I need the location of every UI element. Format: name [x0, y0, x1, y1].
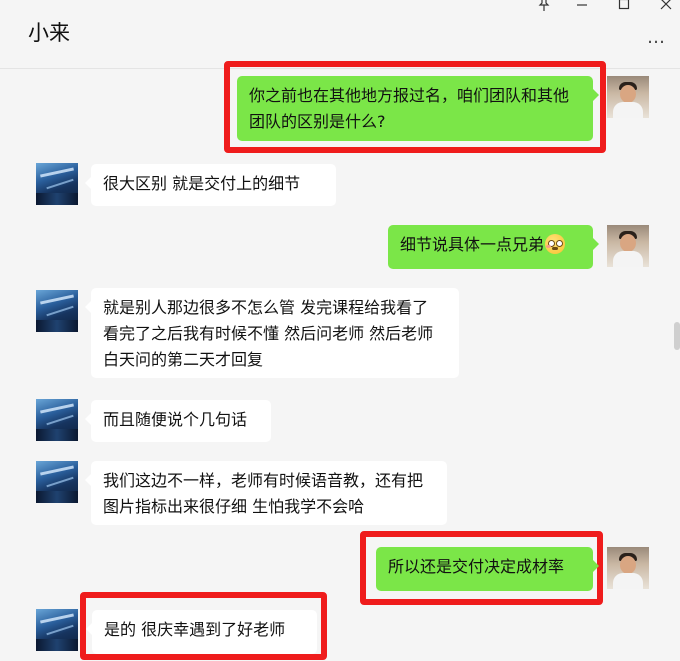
chat-header: 小来 … [0, 0, 680, 69]
close-icon[interactable] [656, 0, 676, 17]
chat-title: 小来 [28, 21, 70, 45]
message-bubble-incoming[interactable]: 很大区别 就是交付上的细节 [85, 164, 336, 206]
contact-avatar[interactable] [36, 290, 78, 332]
contact-avatar[interactable] [36, 399, 78, 441]
blush-emoji-icon [545, 234, 566, 254]
message-bubble-incoming[interactable]: 是的 很庆幸遇到了好老师 [86, 610, 317, 654]
my-avatar[interactable] [607, 225, 649, 267]
my-avatar[interactable] [607, 547, 649, 589]
scrollbar-thumb[interactable] [674, 322, 680, 350]
pin-icon[interactable] [534, 0, 554, 17]
maximize-icon[interactable] [614, 0, 634, 17]
contact-avatar[interactable] [36, 609, 78, 651]
message-text: 细节说具体一点兄弟 [400, 235, 545, 254]
message-bubble-incoming[interactable]: 就是别人那边很多不怎么管 发完课程给我看了 看完了之后我有时候不懂 然后问老师 … [85, 288, 459, 378]
more-icon[interactable]: … [647, 28, 666, 48]
message-bubble-incoming[interactable]: 我们这边不一样，老师有时候语音教，还有把图片指标出来很仔细 生怕我学不会哈 [85, 461, 447, 525]
message-bubble-incoming[interactable]: 而且随便说个几句话 [85, 400, 271, 442]
contact-avatar[interactable] [36, 163, 78, 205]
message-bubble-outgoing[interactable]: 细节说具体一点兄弟 [388, 225, 599, 269]
my-avatar[interactable] [607, 76, 649, 118]
minimize-icon[interactable] [572, 0, 592, 17]
message-bubble-outgoing[interactable]: 所以还是交付决定成材率 [376, 547, 599, 591]
message-bubble-outgoing[interactable]: 你之前也在其他地方报过名，咱们团队和其他团队的区别是什么? [237, 76, 599, 141]
contact-avatar[interactable] [36, 461, 78, 503]
